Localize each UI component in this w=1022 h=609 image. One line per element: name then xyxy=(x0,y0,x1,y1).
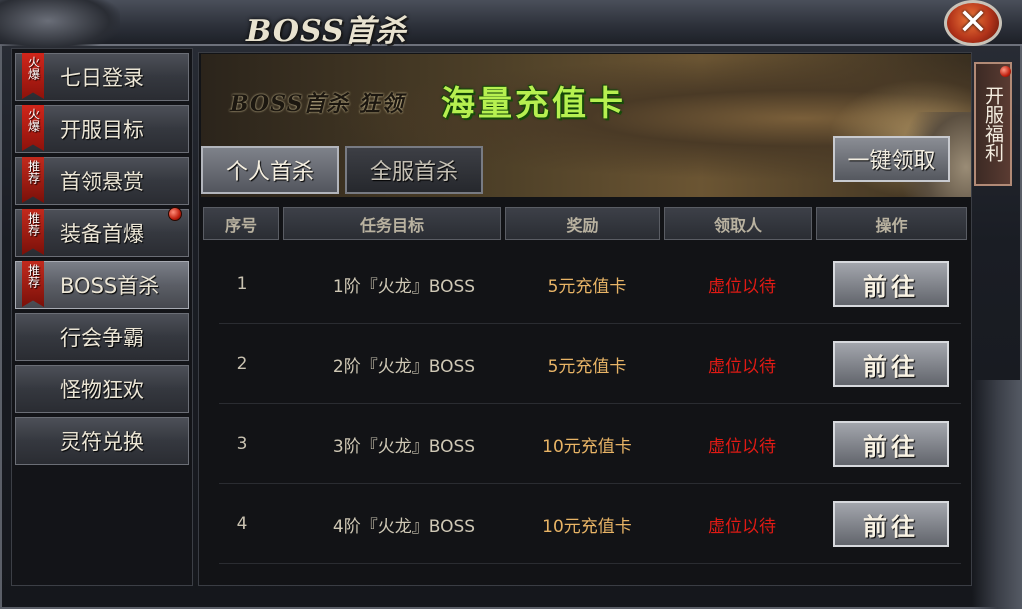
cell-reward: 10元充值卡 xyxy=(542,516,632,537)
sidebar-item-label: 首领悬赏 xyxy=(60,170,144,194)
cell-target: 2阶『火龙』BOSS xyxy=(332,356,476,377)
sidebar-item-3[interactable]: 推荐 装备首爆 xyxy=(15,209,189,257)
table-body: 1 1阶『火龙』BOSS 5元充值卡 虚位以待 前往 2 2阶『火龙』BOSS 5元充值卡 虚位… xyxy=(201,244,969,584)
table-row: 1 1阶『火龙』BOSS 5元充值卡 虚位以待 前往 xyxy=(219,244,961,324)
cell-index: 4 xyxy=(236,514,248,534)
close-icon: ✕ xyxy=(957,2,989,43)
table-row: 4 4阶『火龙』BOSS 10元充值卡 虚位以待 前往 xyxy=(219,484,961,564)
sidebar-item-label: 七日登录 xyxy=(60,66,144,90)
sidebar-badge: 推荐 xyxy=(22,261,44,307)
table-header: 序号 任务目标 奖励 领取人 操作 xyxy=(201,207,969,240)
sidebar-item-0[interactable]: 火爆 七日登录 xyxy=(15,53,189,101)
notification-dot xyxy=(168,207,182,221)
sidebar-badge: 火爆 xyxy=(22,53,44,99)
notification-dot xyxy=(1000,66,1011,77)
tab-server-first-kill[interactable]: 全服首杀 xyxy=(345,146,483,194)
cell-target: 3阶『火龙』BOSS xyxy=(332,436,476,457)
sidebar-badge: 火爆 xyxy=(22,105,44,151)
cell-claimer: 虚位以待 xyxy=(708,516,776,537)
cell-claimer: 虚位以待 xyxy=(708,436,776,457)
sidebar-item-label: 行会争霸 xyxy=(60,326,144,350)
sidebar-item-4[interactable]: 推荐 BOSS首杀 xyxy=(15,261,189,309)
go-button[interactable]: 前往 xyxy=(833,261,949,307)
cell-reward: 5元充值卡 xyxy=(547,276,627,297)
cell-target: 1阶『火龙』BOSS xyxy=(332,276,476,297)
cell-claimer: 虚位以待 xyxy=(708,276,776,297)
right-tab-server-welfare[interactable]: 开服福利 xyxy=(974,62,1012,186)
sidebar-item-label: 装备首爆 xyxy=(60,222,144,246)
claim-all-button[interactable]: 一键领取 xyxy=(833,136,950,182)
sidebar-item-label: BOSS首杀 xyxy=(60,274,160,298)
header-index: 序号 xyxy=(203,207,279,240)
sidebar-item-2[interactable]: 推荐 首领悬赏 xyxy=(15,157,189,205)
sidebar-item-5[interactable]: 行会争霸 xyxy=(15,313,189,361)
sidebar-badge: 推荐 xyxy=(22,157,44,203)
cell-reward: 5元充值卡 xyxy=(547,356,627,377)
tab-personal-first-kill[interactable]: 个人首杀 xyxy=(201,146,339,194)
title-bar xyxy=(0,0,1022,46)
table-row: 2 2阶『火龙』BOSS 5元充值卡 虚位以待 前往 xyxy=(219,324,961,404)
cell-index: 2 xyxy=(236,354,248,374)
header-claimer: 领取人 xyxy=(664,207,812,240)
dragon-ornament-right xyxy=(972,380,1022,609)
sidebar-badge: 推荐 xyxy=(22,209,44,255)
sidebar-item-6[interactable]: 怪物狂欢 xyxy=(15,365,189,413)
cell-reward: 10元充值卡 xyxy=(542,436,632,457)
cell-claimer: 虚位以待 xyxy=(708,356,776,377)
cell-target: 4阶『火龙』BOSS xyxy=(332,516,476,537)
header-reward: 奖励 xyxy=(505,207,660,240)
header-target: 任务目标 xyxy=(283,207,501,240)
banner-text-highlight: 海量充值卡 xyxy=(441,84,626,124)
go-button[interactable]: 前往 xyxy=(833,501,949,547)
window-title: BOSS首杀 xyxy=(246,14,407,49)
sidebar-item-label: 开服目标 xyxy=(60,118,144,142)
table-row: 3 3阶『火龙』BOSS 10元充值卡 虚位以待 前往 xyxy=(219,404,961,484)
close-button[interactable]: ✕ xyxy=(944,0,1002,46)
cell-index: 3 xyxy=(236,434,248,454)
header-action: 操作 xyxy=(816,207,967,240)
sidebar-item-7[interactable]: 灵符兑换 xyxy=(15,417,189,465)
dragon-ornament-left xyxy=(0,0,120,52)
sidebar-item-label: 灵符兑换 xyxy=(60,430,144,454)
go-button[interactable]: 前往 xyxy=(833,341,949,387)
sidebar-item-label: 怪物狂欢 xyxy=(60,378,144,402)
sidebar-item-1[interactable]: 火爆 开服目标 xyxy=(15,105,189,153)
cell-index: 1 xyxy=(236,274,248,294)
banner-text-left: BOSS首杀 狂领 xyxy=(230,91,405,117)
go-button[interactable]: 前往 xyxy=(833,421,949,467)
